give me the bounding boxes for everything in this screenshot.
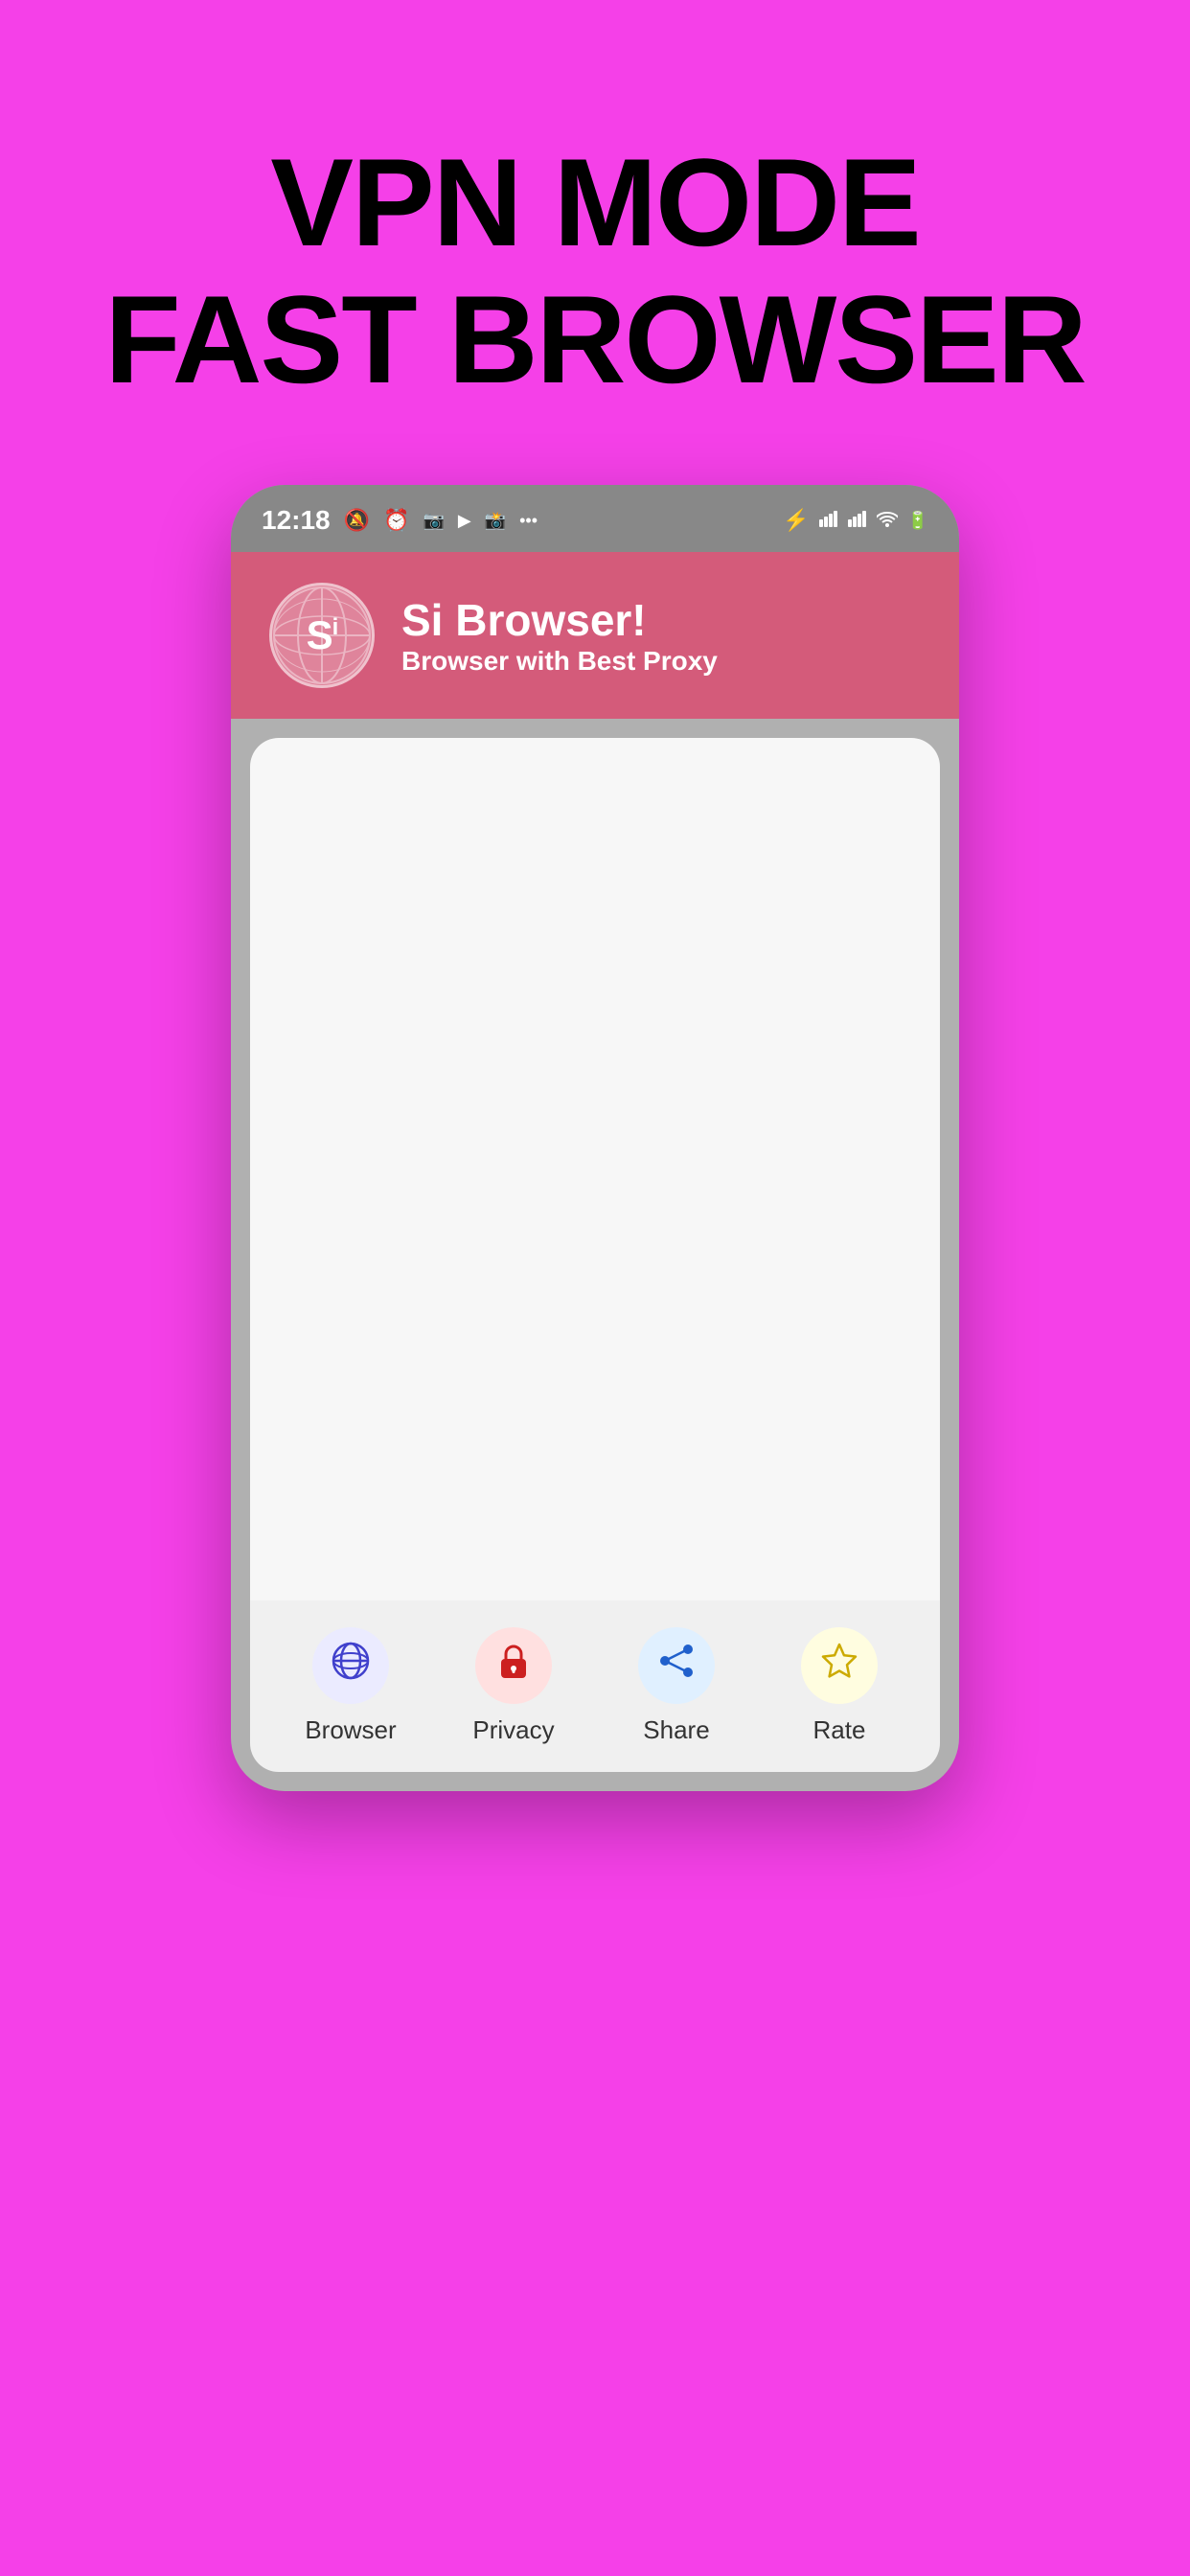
hero-title-line2: FAST BROWSER bbox=[104, 271, 1085, 408]
privacy-label: Privacy bbox=[472, 1715, 554, 1745]
share-icon bbox=[655, 1640, 698, 1692]
globe-icon bbox=[330, 1640, 372, 1692]
app-name: Si Browser! bbox=[401, 594, 718, 646]
signal2-icon bbox=[848, 508, 867, 533]
status-bar-left: 12:18 🔕 ⏰ 📷 ▶ 📸 ••• bbox=[262, 505, 538, 536]
nav-item-privacy[interactable]: Privacy bbox=[456, 1627, 571, 1745]
app-logo: Si bbox=[269, 583, 375, 688]
lock-icon bbox=[492, 1640, 535, 1692]
wifi-icon bbox=[877, 508, 898, 533]
more-icon: ••• bbox=[519, 511, 538, 531]
star-icon bbox=[818, 1640, 860, 1692]
status-time: 12:18 bbox=[262, 505, 331, 536]
nav-item-rate[interactable]: Rate bbox=[782, 1627, 897, 1745]
battery-icon: 🔋 bbox=[907, 511, 928, 531]
phone-mockup: 12:18 🔕 ⏰ 📷 ▶ 📸 ••• ⚡ 🔋 bbox=[231, 485, 959, 1791]
hero-section: VPN MODE FAST BROWSER bbox=[104, 0, 1085, 485]
app-header: Si Si Browser! Browser with Best Proxy bbox=[231, 552, 959, 719]
privacy-icon-wrapper bbox=[475, 1627, 552, 1704]
browser-label: Browser bbox=[305, 1715, 396, 1745]
browser-icon-wrapper bbox=[312, 1627, 389, 1704]
camera-icon: 📷 bbox=[423, 511, 444, 531]
bottom-nav: Browser Privacy bbox=[250, 1600, 940, 1772]
hero-title-line1: VPN MODE bbox=[104, 134, 1085, 271]
rate-label: Rate bbox=[813, 1715, 866, 1745]
nav-item-share[interactable]: Share bbox=[619, 1627, 734, 1745]
status-bar-right: ⚡ 🔋 bbox=[783, 508, 928, 533]
alarm-icon: ⏰ bbox=[383, 508, 409, 533]
app-logo-text: Si bbox=[307, 612, 338, 658]
bluetooth-icon: ⚡ bbox=[783, 508, 809, 533]
instagram-icon: 📸 bbox=[485, 511, 506, 531]
app-subtitle: Browser with Best Proxy bbox=[401, 646, 718, 677]
app-header-info: Si Browser! Browser with Best Proxy bbox=[401, 594, 718, 677]
alarm-off-icon: 🔕 bbox=[344, 508, 370, 533]
play-icon: ▶ bbox=[458, 511, 471, 531]
nav-item-browser[interactable]: Browser bbox=[293, 1627, 408, 1745]
status-bar: 12:18 🔕 ⏰ 📷 ▶ 📸 ••• ⚡ 🔋 bbox=[231, 485, 959, 552]
share-icon-wrapper bbox=[638, 1627, 715, 1704]
content-area bbox=[250, 738, 940, 1600]
signal1-icon bbox=[819, 508, 838, 533]
rate-icon-wrapper bbox=[801, 1627, 878, 1704]
share-label: Share bbox=[643, 1715, 709, 1745]
